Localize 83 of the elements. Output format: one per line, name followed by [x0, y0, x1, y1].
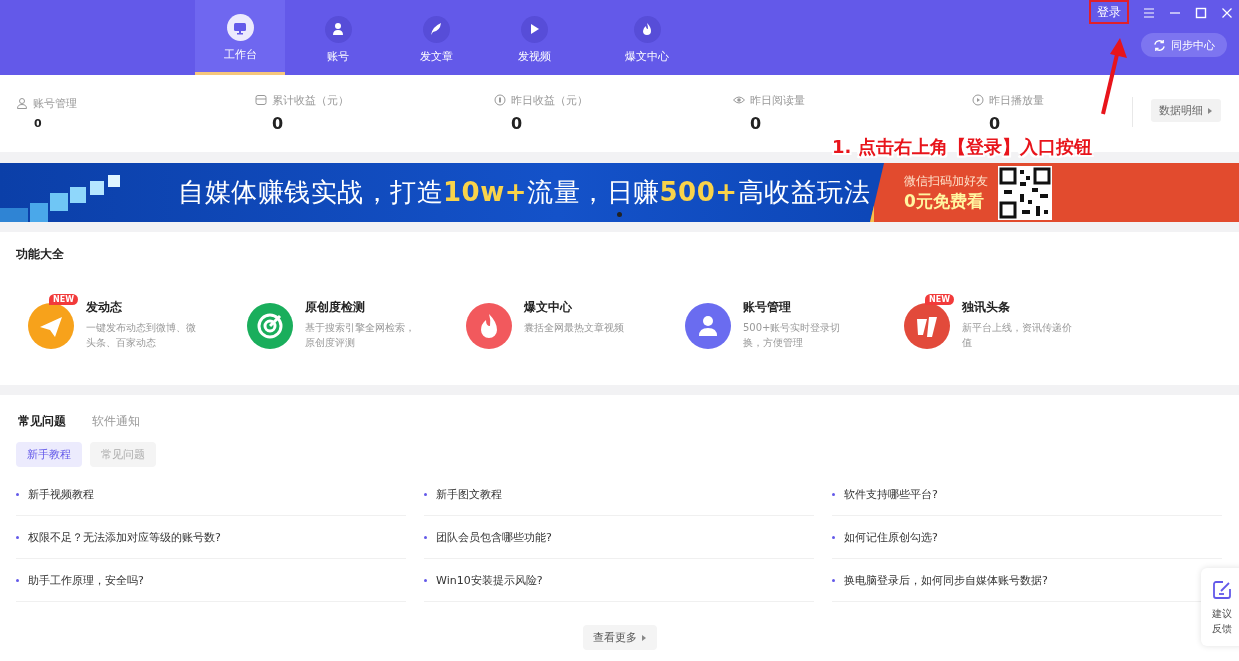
faq-link[interactable]: Win10安装提示风险?: [436, 572, 543, 588]
bullet-icon: [16, 492, 19, 496]
refresh-icon: [1153, 38, 1166, 52]
feature-description: 囊括全网最热文章视频: [524, 321, 625, 335]
stat-label: 昨日播放量: [989, 92, 1044, 108]
feature-description: 新平台上线，资讯传递价值: [962, 321, 1072, 350]
caret-icon: [640, 633, 647, 642]
data-detail-button[interactable]: 数据明细: [1151, 99, 1221, 122]
close-icon[interactable]: [1221, 7, 1233, 19]
filter-chip[interactable]: 新手教程: [16, 442, 82, 467]
stat-label: 累计收益（元）: [272, 92, 349, 108]
sync-button[interactable]: 同步中心: [1141, 33, 1227, 57]
feature-item[interactable]: 原创度检测 基于搜索引擎全网检索，原创度评测: [247, 289, 466, 350]
coin-icon: [494, 94, 506, 106]
feature-description: 基于搜索引擎全网检索，原创度评测: [305, 321, 415, 350]
feature-item[interactable]: NEW 独讯头条 新平台上线，资讯传递价值: [904, 289, 1123, 350]
bullet-icon: [16, 578, 19, 582]
nav-tab[interactable]: 发文章: [391, 0, 481, 75]
faq-link[interactable]: 新手视频教程: [28, 486, 94, 502]
promo-banner[interactable]: 自媒体赚钱实战，打造10w+流量，日赚500+高收益玩法 微信扫码加好友 0元免费看: [0, 163, 1239, 222]
bullet-icon: [424, 535, 427, 539]
nav-tab[interactable]: 账号: [293, 0, 383, 75]
stat-value: 0: [510, 113, 524, 133]
feather-icon: [428, 21, 444, 37]
view-more-button[interactable]: 查看更多: [582, 625, 657, 650]
eye-icon: [733, 94, 745, 106]
new-badge: NEW: [925, 294, 954, 305]
bullet-icon: [832, 492, 835, 496]
feature-title: 账号管理: [743, 299, 792, 316]
stat-value: 0: [33, 116, 43, 130]
nav-tab[interactable]: 爆文中心: [587, 0, 707, 75]
bullet-icon: [424, 578, 427, 582]
stat-label: 账号管理: [33, 95, 77, 111]
feature-title: 原创度检测: [305, 299, 366, 316]
logo-icon: [904, 303, 950, 349]
annotation-text: 1. 点击右上角【登录】入口按钮: [832, 135, 1092, 159]
edit-icon: [1212, 580, 1232, 600]
faq-link[interactable]: 助手工作原理，安全吗?: [28, 572, 144, 588]
caret-icon: [1207, 106, 1213, 115]
feature-item[interactable]: NEW 发动态 一键发布动态到微博、微头条、百家动态: [28, 289, 247, 350]
faq-link[interactable]: 新手图文教程: [436, 486, 502, 502]
feedback-button[interactable]: 建议反馈: [1201, 568, 1239, 646]
feature-title: 发动态: [86, 299, 123, 316]
login-button[interactable]: 登录: [1089, 0, 1129, 24]
person-icon: [330, 21, 346, 37]
bullet-icon: [832, 578, 835, 582]
nav-tab[interactable]: 发视频: [489, 0, 579, 75]
section-title: 功能大全: [16, 246, 65, 263]
feature-title: 爆文中心: [524, 299, 573, 316]
stat-label: 昨日阅读量: [750, 92, 805, 108]
carousel-dot[interactable]: [617, 212, 622, 217]
stat-value: 0: [271, 113, 285, 133]
faq-link[interactable]: 换电脑登录后，如何同步自媒体账号数据?: [844, 572, 1048, 588]
feature-item[interactable]: 账号管理 500+账号实时登录切换，方便管理: [685, 289, 904, 350]
nav-tab[interactable]: 工作台: [195, 0, 285, 75]
bullet-icon: [832, 535, 835, 539]
wallet-icon: [255, 94, 267, 106]
banner-caption: 微信扫码加好友: [904, 172, 990, 190]
banner-headline: 自媒体赚钱实战，打造10w+流量，日赚500+高收益玩法: [178, 176, 871, 209]
person-icon: [685, 303, 731, 349]
bullet-icon: [16, 535, 19, 539]
faq-link[interactable]: 权限不足？无法添加对应等级的账号数?: [28, 529, 221, 545]
feature-title: 独讯头条: [962, 299, 1011, 316]
faq-link[interactable]: 软件支持哪些平台?: [844, 486, 938, 502]
maximize-icon[interactable]: [1195, 7, 1207, 19]
qr-code-icon: [998, 166, 1052, 220]
bullet-icon: [424, 492, 427, 496]
faq-link[interactable]: 团队会员包含哪些功能?: [436, 529, 552, 545]
stat-value: 0: [749, 113, 763, 133]
feature-item[interactable]: 爆文中心 囊括全网最热文章视频: [466, 289, 685, 350]
menu-icon[interactable]: [1143, 7, 1155, 19]
banner-offer: 0元免费看: [904, 189, 985, 213]
stat-label: 昨日收益（元）: [511, 92, 588, 108]
feature-description: 一键发布动态到微博、微头条、百家动态: [86, 321, 196, 350]
play-icon: [972, 94, 984, 106]
feature-description: 500+账号实时登录切换，方便管理: [743, 321, 842, 350]
stat-value: 0: [988, 113, 1002, 133]
new-badge: NEW: [49, 294, 78, 305]
faq-link[interactable]: 如何记住原创勾选?: [844, 529, 938, 545]
radar-icon: [247, 303, 293, 349]
flame-icon: [466, 303, 512, 349]
paper-plane-icon: [28, 303, 74, 349]
person-icon: [16, 97, 28, 109]
